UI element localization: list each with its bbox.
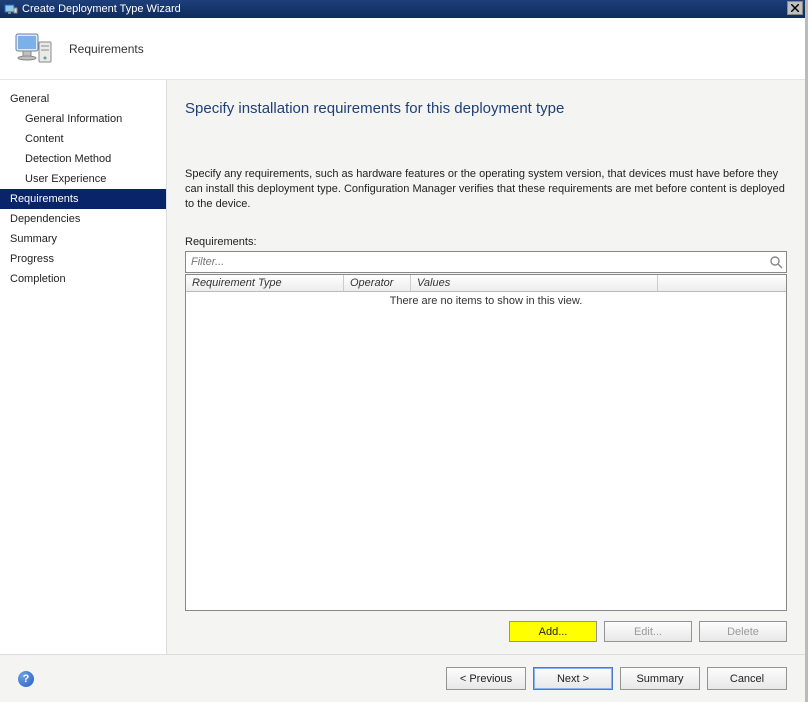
main-panel: Specify installation requirements for th… [167,80,805,654]
app-icon [4,2,18,16]
sidebar-item-detection-method[interactable]: Detection Method [0,149,166,169]
grid-header: Requirement Type Operator Values [186,275,786,292]
sidebar-item-progress[interactable]: Progress [0,249,166,269]
requirements-label: Requirements: [185,236,787,248]
footer: ? < Previous Next > Summary Cancel [0,654,805,702]
sidebar-item-general-information[interactable]: General Information [0,109,166,129]
titlebar: Create Deployment Type Wizard [0,0,805,18]
edit-button: Edit... [604,621,692,642]
sidebar-item-completion[interactable]: Completion [0,269,166,289]
help-icon[interactable]: ? [18,671,34,687]
header-banner: Requirements [0,18,805,80]
filter-row [185,251,787,273]
col-operator[interactable]: Operator [344,275,411,291]
col-values[interactable]: Values [411,275,658,291]
sidebar: General General Information Content Dete… [0,80,167,654]
wizard-window: Create Deployment Type Wizard Requiremen… [0,0,808,702]
computer-icon [13,28,55,70]
delete-button: Delete [699,621,787,642]
main-description: Specify any requirements, such as hardwa… [185,167,787,212]
col-spare [658,275,786,291]
sidebar-item-requirements[interactable]: Requirements [0,189,166,209]
sidebar-item-content[interactable]: Content [0,129,166,149]
main-heading: Specify installation requirements for th… [185,100,787,117]
search-icon[interactable] [766,255,786,269]
sidebar-item-summary[interactable]: Summary [0,229,166,249]
close-button[interactable] [787,1,803,15]
window-title: Create Deployment Type Wizard [22,3,181,15]
filter-input[interactable] [186,254,766,270]
sidebar-item-general[interactable]: General [0,89,166,109]
add-button[interactable]: Add... [509,621,597,642]
summary-button[interactable]: Summary [620,667,700,690]
col-requirement-type[interactable]: Requirement Type [186,275,344,291]
sidebar-item-dependencies[interactable]: Dependencies [0,209,166,229]
grid-empty-message: There are no items to show in this view. [186,292,786,610]
page-title: Requirements [69,42,144,56]
previous-button[interactable]: < Previous [446,667,526,690]
body: General General Information Content Dete… [0,80,805,654]
requirements-grid: Requirement Type Operator Values There a… [185,274,787,611]
next-button[interactable]: Next > [533,667,613,690]
sidebar-item-user-experience[interactable]: User Experience [0,169,166,189]
cancel-button[interactable]: Cancel [707,667,787,690]
grid-actions: Add... Edit... Delete [185,621,787,642]
